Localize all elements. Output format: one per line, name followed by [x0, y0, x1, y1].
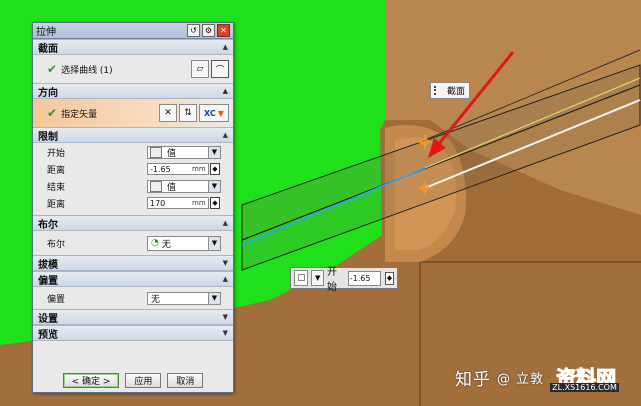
dropdown-arrow-icon[interactable]: ▼: [311, 270, 325, 286]
reverse-direction-icon[interactable]: ✕: [159, 104, 177, 122]
cube-icon: [150, 180, 162, 192]
offset-group-header[interactable]: 偏置 ▲: [33, 271, 233, 287]
draft-group-header[interactable]: 拔模 ▼: [33, 255, 233, 271]
start-distance-row: 距离 -1.65 mm ◆: [33, 161, 233, 177]
cancel-button[interactable]: 取消: [167, 372, 204, 388]
site-logo: 资料网 ZL.XS1616.COM: [550, 366, 619, 392]
inline-start-input[interactable]: -1.65: [347, 270, 381, 286]
cube-icon: ▢: [294, 270, 309, 286]
limits-group-header[interactable]: 限制 ▲: [33, 127, 233, 143]
settings-group-header[interactable]: 设置 ▼: [33, 309, 233, 325]
start-select[interactable]: 值 ▼: [147, 145, 221, 159]
apply-button[interactable]: 应用: [125, 372, 162, 388]
specify-vector-row[interactable]: ✔ 指定矢量 ✕ ⇅ XC ▼: [33, 99, 233, 127]
start-row: 开始 值 ▼: [33, 143, 233, 161]
specify-vector-label: 指定矢量: [61, 109, 98, 120]
dialog-footer: < 确定 > 应用 取消: [33, 368, 233, 392]
dropdown-arrow-icon[interactable]: ▼: [208, 146, 220, 158]
watermark: 知乎 @ 立敦 资料网 ZL.XS1616.COM: [455, 362, 624, 392]
boolean-group-header[interactable]: 布尔 ▲: [33, 215, 233, 231]
spin-icon[interactable]: ◆: [210, 197, 220, 209]
chevron-down-icon[interactable]: ▼: [223, 329, 228, 337]
offset-label: 偏置: [47, 294, 66, 305]
offset-select[interactable]: 无 ▼: [147, 291, 221, 305]
sketch-icon[interactable]: ▱: [191, 60, 209, 78]
preview-group-header[interactable]: 预览 ▼: [33, 325, 233, 341]
end-label: 结束: [47, 182, 66, 193]
curve-select-icon[interactable]: ⌒: [211, 60, 229, 78]
inline-start-label: 开始: [327, 267, 338, 293]
dropdown-arrow-icon[interactable]: ▼: [208, 292, 220, 304]
end-distance-input[interactable]: 170 mm: [147, 197, 209, 209]
vector-dialog-icon[interactable]: ⇅: [179, 104, 197, 122]
chevron-down-icon[interactable]: ▼: [223, 313, 228, 321]
boolean-none-icon: ◔: [151, 238, 159, 248]
close-icon[interactable]: ✕: [217, 24, 230, 37]
boolean-select[interactable]: ◔ 无 ▼: [147, 235, 221, 251]
dialog-titlebar[interactable]: 拉伸 ↺ ⚙ ✕: [33, 23, 233, 39]
grip-icon: [434, 86, 444, 95]
spin-icon[interactable]: ◆: [210, 163, 220, 175]
section-group-header[interactable]: 截面 ▲: [33, 39, 233, 55]
boolean-row: 布尔 ◔ 无 ▼: [33, 231, 233, 255]
boolean-label: 布尔: [47, 239, 66, 250]
spin-icon[interactable]: ◆: [384, 271, 395, 285]
start-label: 开始: [47, 148, 66, 159]
start-distance-input[interactable]: -1.65 mm: [147, 163, 209, 175]
dialog-title: 拉伸: [36, 27, 56, 38]
chevron-down-icon[interactable]: ▼: [223, 259, 228, 267]
dropdown-arrow-icon: ▼: [217, 108, 224, 118]
dropdown-arrow-icon[interactable]: ▼: [208, 180, 220, 192]
ok-button[interactable]: < 确定 >: [62, 372, 120, 388]
chevron-up-icon[interactable]: ▲: [223, 87, 228, 95]
author-watermark: @ 立敦: [497, 371, 545, 387]
offset-row: 偏置 无 ▼: [33, 287, 233, 309]
select-curve-row[interactable]: ✔ 选择曲线 (1) ▱ ⌒: [33, 55, 233, 83]
direction-group-header[interactable]: 方向 ▲: [33, 83, 233, 99]
start-distance-label: 距离: [47, 165, 66, 176]
chevron-up-icon[interactable]: ▲: [223, 219, 228, 227]
end-row: 结束 值 ▼: [33, 177, 233, 195]
extrude-dialog[interactable]: 拉伸 ↺ ⚙ ✕ 截面 ▲ ✔ 选择曲线 (1) ▱ ⌒ 方向 ▲ ✔ 指定矢量…: [32, 22, 234, 393]
end-distance-label: 距离: [47, 199, 66, 210]
chevron-up-icon[interactable]: ▲: [223, 275, 228, 283]
end-distance-row: 距离 170 mm ◆: [33, 195, 233, 211]
end-select[interactable]: 值 ▼: [147, 179, 221, 193]
check-icon: ✔: [47, 62, 58, 76]
section-tag[interactable]: 截面: [430, 82, 471, 99]
chevron-up-icon[interactable]: ▲: [223, 43, 228, 51]
inline-start-limit[interactable]: ▢ ▼ 开始 -1.65 ◆: [290, 267, 398, 293]
cube-icon: [150, 146, 162, 158]
dropdown-arrow-icon[interactable]: ▼: [208, 236, 220, 250]
chevron-up-icon[interactable]: ▲: [223, 131, 228, 139]
reset-icon[interactable]: ↺: [187, 24, 200, 37]
check-icon: ✔: [47, 106, 58, 120]
vector-option-button[interactable]: XC ▼: [199, 104, 229, 122]
select-curve-label: 选择曲线 (1): [61, 65, 113, 76]
zhihu-watermark: 知乎: [455, 369, 491, 390]
gear-icon[interactable]: ⚙: [202, 24, 215, 37]
